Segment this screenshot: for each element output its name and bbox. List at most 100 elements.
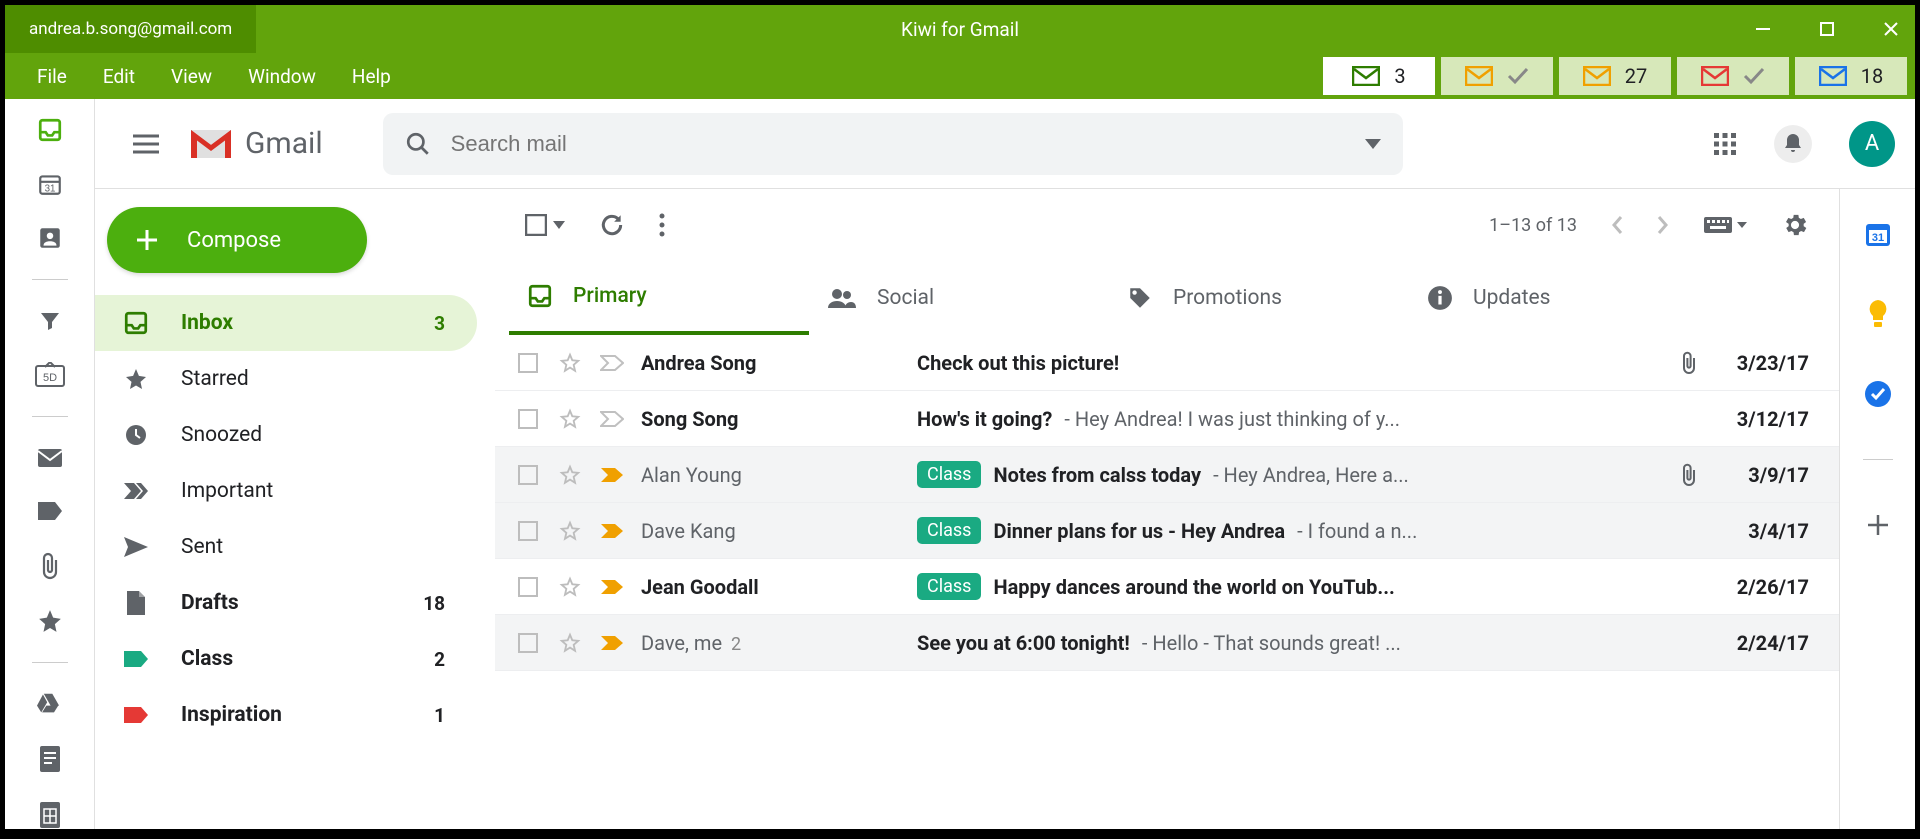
maximize-button[interactable] bbox=[1815, 17, 1839, 41]
gmail-logo-text: Gmail bbox=[245, 126, 323, 161]
account-pill-1[interactable] bbox=[1441, 57, 1553, 95]
row-subject: See you at 6:00 tonight! bbox=[917, 631, 1130, 655]
nav-starred[interactable]: Starred bbox=[95, 351, 477, 407]
mail-row[interactable]: Dave Kang ClassDinner plans for us - Hey… bbox=[495, 503, 1839, 559]
row-important[interactable] bbox=[599, 635, 625, 651]
account-pill-3[interactable] bbox=[1677, 57, 1789, 95]
row-star[interactable] bbox=[557, 576, 583, 598]
label-icon[interactable] bbox=[35, 498, 65, 524]
menu-file[interactable]: File bbox=[37, 65, 67, 88]
nav-label: Drafts bbox=[181, 591, 239, 615]
row-star[interactable] bbox=[557, 632, 583, 654]
input-tools-button[interactable] bbox=[1703, 216, 1747, 234]
row-checkbox[interactable] bbox=[515, 353, 541, 373]
row-important[interactable] bbox=[599, 355, 625, 371]
5d-icon[interactable]: 5D bbox=[35, 362, 65, 388]
label-chip: Class bbox=[917, 517, 981, 544]
mail-row[interactable]: Alan Young ClassNotes from calss today -… bbox=[495, 447, 1839, 503]
account-avatar[interactable]: A bbox=[1849, 121, 1895, 167]
kiwi-inbox-icon[interactable] bbox=[35, 117, 65, 143]
docs-icon[interactable] bbox=[35, 745, 65, 773]
row-important[interactable] bbox=[599, 579, 625, 595]
row-subject: Check out this picture! bbox=[917, 351, 1119, 375]
more-button[interactable] bbox=[659, 213, 665, 237]
tab-label: Primary bbox=[573, 284, 647, 308]
compose-button[interactable]: Compose bbox=[107, 207, 367, 273]
attachment-icon[interactable] bbox=[35, 552, 65, 580]
row-star[interactable] bbox=[557, 408, 583, 430]
hamburger-menu[interactable] bbox=[125, 126, 167, 162]
account-pill-0[interactable]: 3 bbox=[1323, 57, 1435, 95]
mail-row[interactable]: Jean Goodall ClassHappy dances around th… bbox=[495, 559, 1839, 615]
sheets-icon[interactable] bbox=[35, 801, 65, 829]
refresh-button[interactable] bbox=[599, 212, 625, 238]
row-star[interactable] bbox=[557, 520, 583, 542]
row-star[interactable] bbox=[557, 352, 583, 374]
nav-important[interactable]: Important bbox=[95, 463, 477, 519]
menu-view[interactable]: View bbox=[171, 65, 212, 88]
mail-row[interactable]: Dave, me 2See you at 6:00 tonight! - Hel… bbox=[495, 615, 1839, 671]
nav-sent[interactable]: Sent bbox=[95, 519, 477, 575]
minimize-button[interactable] bbox=[1751, 17, 1775, 41]
calendar-icon[interactable]: 31 bbox=[35, 171, 65, 197]
nav-inspiration[interactable]: Inspiration1 bbox=[95, 687, 477, 743]
row-important[interactable] bbox=[599, 467, 625, 483]
account-pill-count: 18 bbox=[1861, 64, 1883, 88]
contacts-icon[interactable] bbox=[35, 225, 65, 251]
row-from: Dave, me 2 bbox=[641, 631, 901, 655]
row-checkbox[interactable] bbox=[515, 465, 541, 485]
nav-class[interactable]: Class2 bbox=[95, 631, 477, 687]
apps-grid-icon[interactable] bbox=[1713, 132, 1737, 156]
nav-count: 18 bbox=[423, 592, 445, 615]
menu-window[interactable]: Window bbox=[248, 65, 316, 88]
menu-edit[interactable]: Edit bbox=[103, 65, 135, 88]
star-icon[interactable] bbox=[35, 608, 65, 634]
mail-row[interactable]: Song Song How's it going? - Hey Andrea! … bbox=[495, 391, 1839, 447]
nav-drafts[interactable]: Drafts 18 bbox=[95, 575, 477, 631]
svg-text:31: 31 bbox=[44, 184, 55, 195]
filter-icon[interactable] bbox=[35, 308, 65, 334]
next-page-button[interactable] bbox=[1657, 215, 1669, 235]
tasks-addon-icon[interactable] bbox=[1863, 379, 1893, 409]
search-input[interactable] bbox=[451, 131, 1345, 157]
settings-button[interactable] bbox=[1781, 211, 1809, 239]
calendar-addon-icon[interactable]: 31 bbox=[1863, 219, 1893, 249]
row-checkbox[interactable] bbox=[515, 577, 541, 597]
row-checkbox[interactable] bbox=[515, 521, 541, 541]
account-email-text: andrea.b.song@gmail.com bbox=[29, 19, 232, 39]
tab-promotions[interactable]: Promotions bbox=[1109, 261, 1409, 335]
drive-icon[interactable] bbox=[35, 691, 65, 717]
tab-primary[interactable]: Primary bbox=[509, 261, 809, 335]
gmail-logo[interactable]: Gmail bbox=[187, 126, 323, 162]
notifications-icon[interactable] bbox=[1773, 124, 1813, 164]
keep-addon-icon[interactable] bbox=[1863, 299, 1893, 329]
mail-icon[interactable] bbox=[35, 445, 65, 471]
account-email-tab[interactable]: andrea.b.song@gmail.com bbox=[5, 5, 256, 53]
close-button[interactable] bbox=[1879, 17, 1903, 41]
tab-label: Updates bbox=[1473, 286, 1551, 310]
row-checkbox[interactable] bbox=[515, 409, 541, 429]
row-from: Andrea Song bbox=[641, 351, 901, 375]
row-important[interactable] bbox=[599, 523, 625, 539]
info-icon bbox=[1427, 285, 1453, 311]
nav-label: Inbox bbox=[181, 311, 233, 335]
row-checkbox[interactable] bbox=[515, 633, 541, 653]
select-all-checkbox[interactable] bbox=[525, 214, 565, 236]
menu-help[interactable]: Help bbox=[352, 65, 391, 88]
nav-label: Important bbox=[181, 479, 273, 503]
prev-page-button[interactable] bbox=[1611, 215, 1623, 235]
nav-snoozed[interactable]: Snoozed bbox=[95, 407, 477, 463]
row-important[interactable] bbox=[599, 411, 625, 427]
search-options-icon[interactable] bbox=[1365, 139, 1381, 149]
search-bar[interactable] bbox=[383, 113, 1403, 175]
add-addon-button[interactable] bbox=[1863, 510, 1893, 540]
pagination-range: 1–13 of 13 bbox=[1489, 215, 1577, 236]
account-pill-4[interactable]: 18 bbox=[1795, 57, 1907, 95]
tab-social[interactable]: Social bbox=[809, 261, 1109, 335]
mail-row[interactable]: Andrea Song Check out this picture!3/23/… bbox=[495, 335, 1839, 391]
account-pill-2[interactable]: 27 bbox=[1559, 57, 1671, 95]
row-subject: Notes from calss today bbox=[993, 463, 1201, 487]
row-star[interactable] bbox=[557, 464, 583, 486]
tab-updates[interactable]: Updates bbox=[1409, 261, 1709, 335]
nav-inbox[interactable]: Inbox3 bbox=[95, 295, 477, 351]
